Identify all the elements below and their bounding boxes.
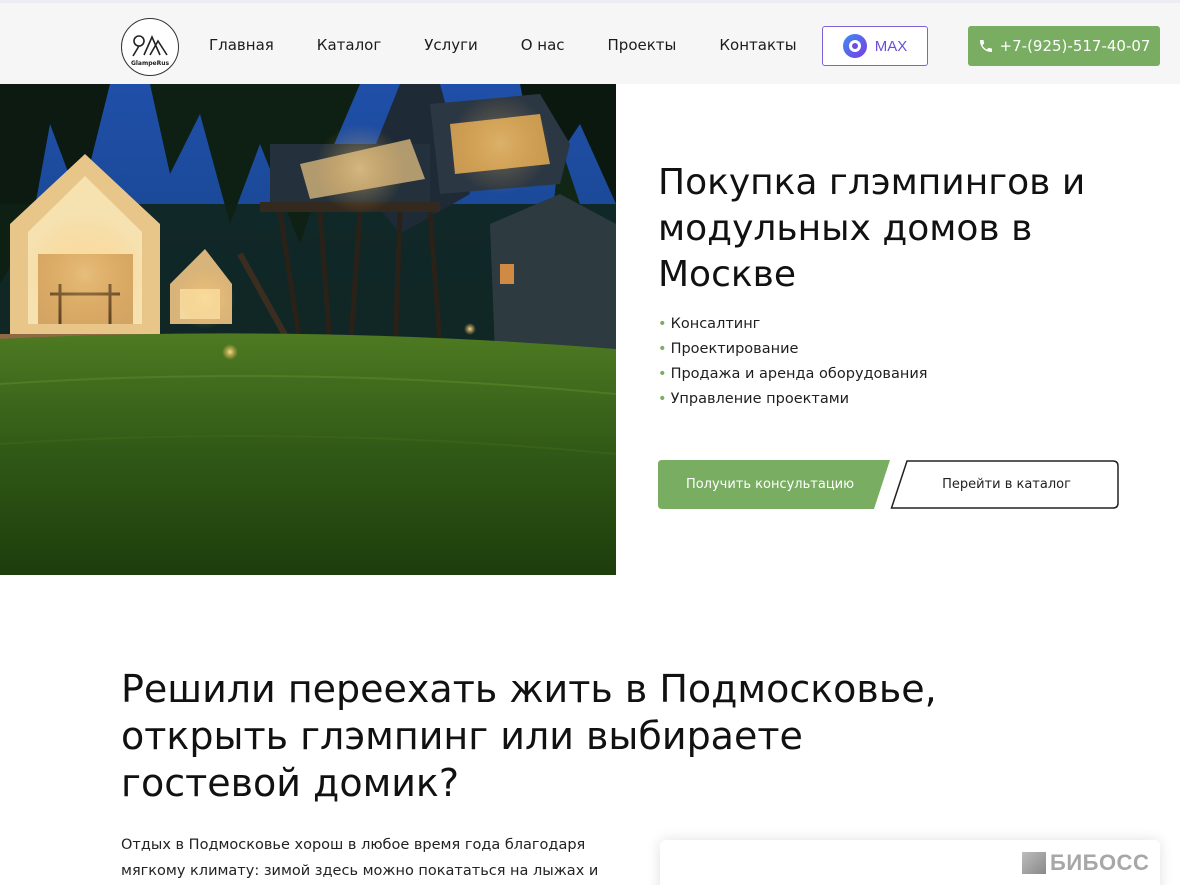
logo-text: GlampeRus (130, 60, 170, 67)
site-logo[interactable]: GlampeRus (121, 18, 179, 76)
site-header: GlampeRus Главная Каталог Услуги О нас П… (0, 0, 1180, 84)
nav-item-services[interactable]: Услуги (424, 36, 477, 54)
watermark: БИБОСС (1022, 850, 1149, 876)
hero-image (0, 84, 616, 575)
phone-icon (979, 40, 992, 52)
service-label: Консалтинг (670, 316, 761, 332)
nav-item-contacts[interactable]: Контакты (719, 36, 796, 54)
nav-item-projects[interactable]: Проекты (608, 36, 677, 54)
nav-item-catalog[interactable]: Каталог (317, 36, 381, 54)
bullet-dot-icon: • (658, 366, 667, 382)
get-consultation-button[interactable]: Получить консультацию (658, 460, 890, 509)
max-label: MAX (874, 37, 908, 55)
max-logo-icon (842, 34, 867, 58)
services-list: • Консалтинг • Проектирование • Продажа и а… (658, 314, 927, 414)
go-to-catalog-button[interactable]: Перейти в каталог (890, 460, 1119, 509)
service-item: • Проектирование (658, 339, 927, 364)
service-item: • Консалтинг (658, 314, 927, 339)
phone-button[interactable]: +7-(925)-517-40-07 (968, 26, 1160, 66)
service-item: • Управление проектами (658, 389, 927, 414)
logo-mountains-icon (132, 35, 168, 57)
max-messenger-button[interactable]: MAX (822, 26, 928, 66)
service-item: • Продажа и аренда оборудования (658, 364, 927, 389)
service-label: Продажа и аренда оборудования (670, 366, 928, 382)
hero-title: Покупка глэмпингов и модульных домов в М… (658, 162, 1086, 295)
bullet-dot-icon: • (658, 316, 667, 332)
consult-button-label: Получить консультацию (685, 477, 855, 492)
service-label: Управление проектами (670, 391, 850, 407)
watermark-logo-icon (1022, 852, 1046, 874)
nav-item-home[interactable]: Главная (209, 36, 274, 54)
section-text: Отдых в Подмосковье хорош в любое время … (121, 837, 599, 879)
phone-number: +7-(925)-517-40-07 (999, 37, 1151, 55)
catalog-button-label: Перейти в каталог (942, 477, 1071, 492)
bullet-dot-icon: • (658, 391, 667, 407)
service-label: Проектирование (670, 341, 799, 357)
bullet-dot-icon: • (658, 341, 667, 357)
nav-item-about[interactable]: О нас (521, 36, 565, 54)
watermark-text: БИБОСС (1050, 850, 1150, 875)
main-nav: Главная Каталог Услуги О нас Проекты Кон… (209, 36, 797, 54)
glamping-photo (0, 84, 616, 575)
section-title: Решили переехать жить в Подмосковье, отк… (121, 667, 937, 805)
